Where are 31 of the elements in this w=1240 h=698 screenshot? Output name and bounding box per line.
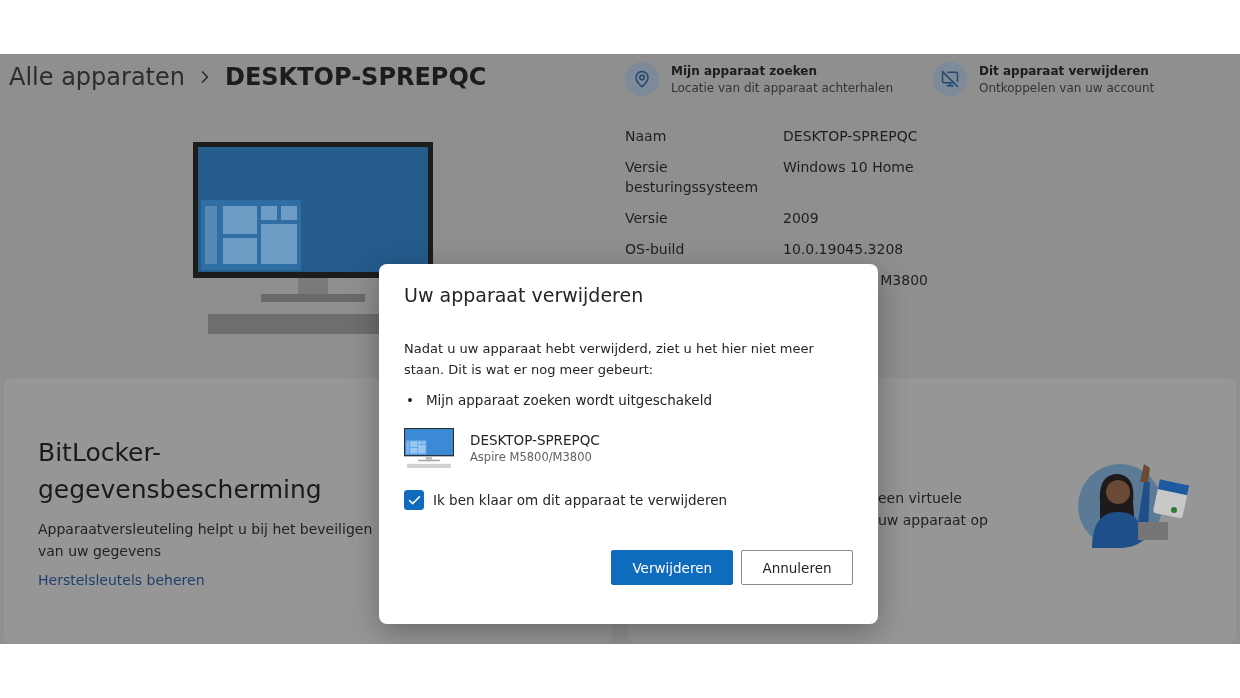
dialog-title: Uw apparaat verwijderen [404, 284, 645, 306]
dialog-text: Nadat u uw apparaat hebt verwijderd, ziet u het hier niet meer staan. Dit is wat er nog meer gebeurt: [404, 340, 815, 379]
device-model: Aspire M5800/M3800 [470, 450, 593, 464]
detail-label: Naam [625, 127, 668, 146]
device-name: DESKTOP-SPREPQC [470, 432, 600, 448]
breadcrumb-current: DESKTOP-SPREPQC [225, 63, 487, 91]
detail-value: M3800 [879, 271, 928, 290]
cancel-button[interactable]: Annuleren [741, 550, 853, 585]
detail-value: Windows 10 Home [783, 158, 915, 177]
recovery-keys-link[interactable]: Herstelsleutels beheren [38, 572, 383, 588]
bullet-item: Mijn apparaat zoeken wordt uitgeschakeld [425, 391, 712, 410]
detail-value: 10.0.19045.3208 [783, 240, 905, 259]
card-text: Apparaatversleuteling helpt u bij het beveiligen van uw gegevens [38, 520, 374, 561]
bullet-marker: • [406, 391, 414, 410]
monitor-off-icon [941, 70, 959, 88]
detail-value: DESKTOP-SPREPQC [783, 127, 919, 146]
card-title: BitLocker-gegevensbescherming [38, 437, 323, 506]
detail-label: Versie besturingssysteem [625, 158, 760, 197]
confirm-button[interactable]: Verwijderen [611, 550, 733, 585]
action-link[interactable]: Mijn apparaat zoeken Locatie van dit apparaat achterhalen [625, 62, 913, 96]
detail-value: 2009 [783, 209, 820, 228]
breadcrumb-link[interactable]: Alle apparaten [9, 63, 185, 91]
action-link[interactable]: Dit apparaat verwijderen Ontkoppelen van uw account [933, 62, 1221, 96]
location-pin-icon [633, 70, 651, 88]
detail-label: OS-build [625, 240, 686, 259]
detail-label: Versie [625, 209, 669, 228]
card-text: uw apparaat op [878, 511, 988, 530]
checkbox-label: Ik ben klaar om dit apparaat te verwijderen [433, 492, 727, 508]
card-text: een virtuele [878, 489, 963, 508]
monitor-icon [404, 428, 454, 468]
checkbox[interactable] [404, 490, 424, 510]
